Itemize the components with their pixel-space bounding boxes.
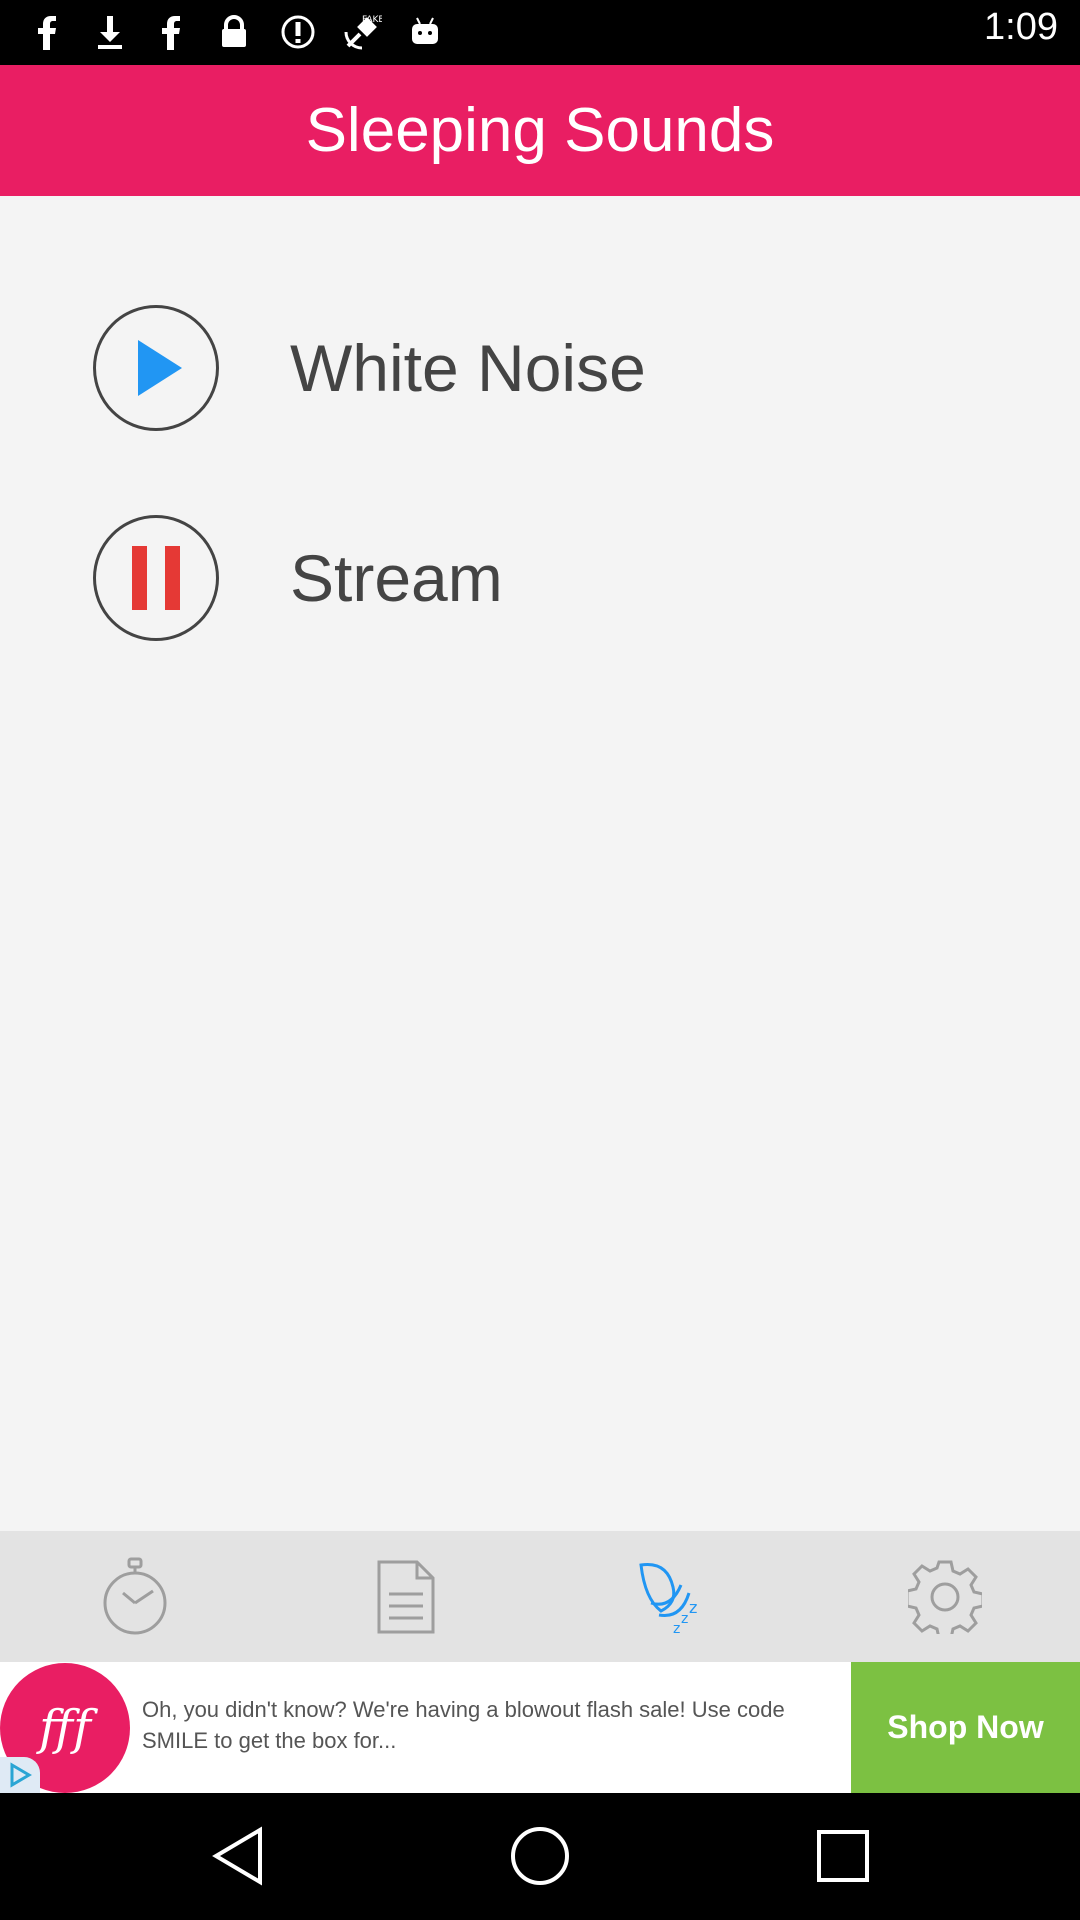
recents-icon[interactable] — [808, 1821, 878, 1891]
download-icon — [90, 12, 130, 52]
ad-text[interactable]: Oh, you didn't know? We're having a blow… — [142, 1694, 832, 1756]
pause-button[interactable] — [93, 515, 219, 641]
sound-row-stream[interactable]: Stream — [0, 513, 1080, 643]
nav-settings[interactable] — [810, 1531, 1080, 1662]
shop-now-button[interactable]: Shop Now — [851, 1662, 1080, 1793]
play-icon — [138, 340, 182, 396]
sleeping-sound-icon: z z z — [639, 1562, 697, 1635]
bottom-navigation: z z z — [0, 1531, 1080, 1662]
fake-gps-icon: FAKE — [342, 12, 382, 52]
clock: 1:09 — [984, 6, 1058, 48]
pause-icon — [132, 546, 180, 610]
back-icon[interactable] — [203, 1821, 273, 1891]
ad-banner[interactable]: fff Oh, you didn't know? We're having a … — [0, 1662, 1080, 1793]
page-title: Sleeping Sounds — [305, 96, 775, 165]
status-bar: FAKE 1:09 — [0, 0, 1080, 65]
svg-text:z: z — [673, 1621, 680, 1635]
svg-text:FAKE: FAKE — [362, 15, 382, 25]
app-bar: Sleeping Sounds — [0, 65, 1080, 196]
sound-row-white-noise[interactable]: White Noise — [0, 303, 1080, 433]
info-circle-icon — [278, 12, 318, 52]
play-button[interactable] — [93, 305, 219, 431]
home-icon[interactable] — [505, 1821, 575, 1891]
nav-list[interactable] — [270, 1531, 540, 1662]
svg-text:z: z — [689, 1598, 697, 1617]
ad-choices-icon[interactable] — [0, 1757, 40, 1793]
document-icon — [377, 1560, 435, 1633]
nav-timer[interactable] — [0, 1531, 270, 1662]
sound-label: Stream — [290, 541, 503, 615]
svg-text:z: z — [681, 1611, 688, 1627]
android-icon — [405, 12, 445, 52]
stopwatch-icon — [103, 1557, 167, 1634]
nav-sounds[interactable]: z z z — [540, 1531, 810, 1662]
sound-label: White Noise — [290, 331, 646, 405]
facebook-icon — [28, 12, 68, 52]
lock-icon — [214, 12, 254, 52]
gear-icon — [908, 1560, 982, 1634]
system-navigation-bar — [0, 1793, 1080, 1920]
facebook-icon — [152, 12, 192, 52]
